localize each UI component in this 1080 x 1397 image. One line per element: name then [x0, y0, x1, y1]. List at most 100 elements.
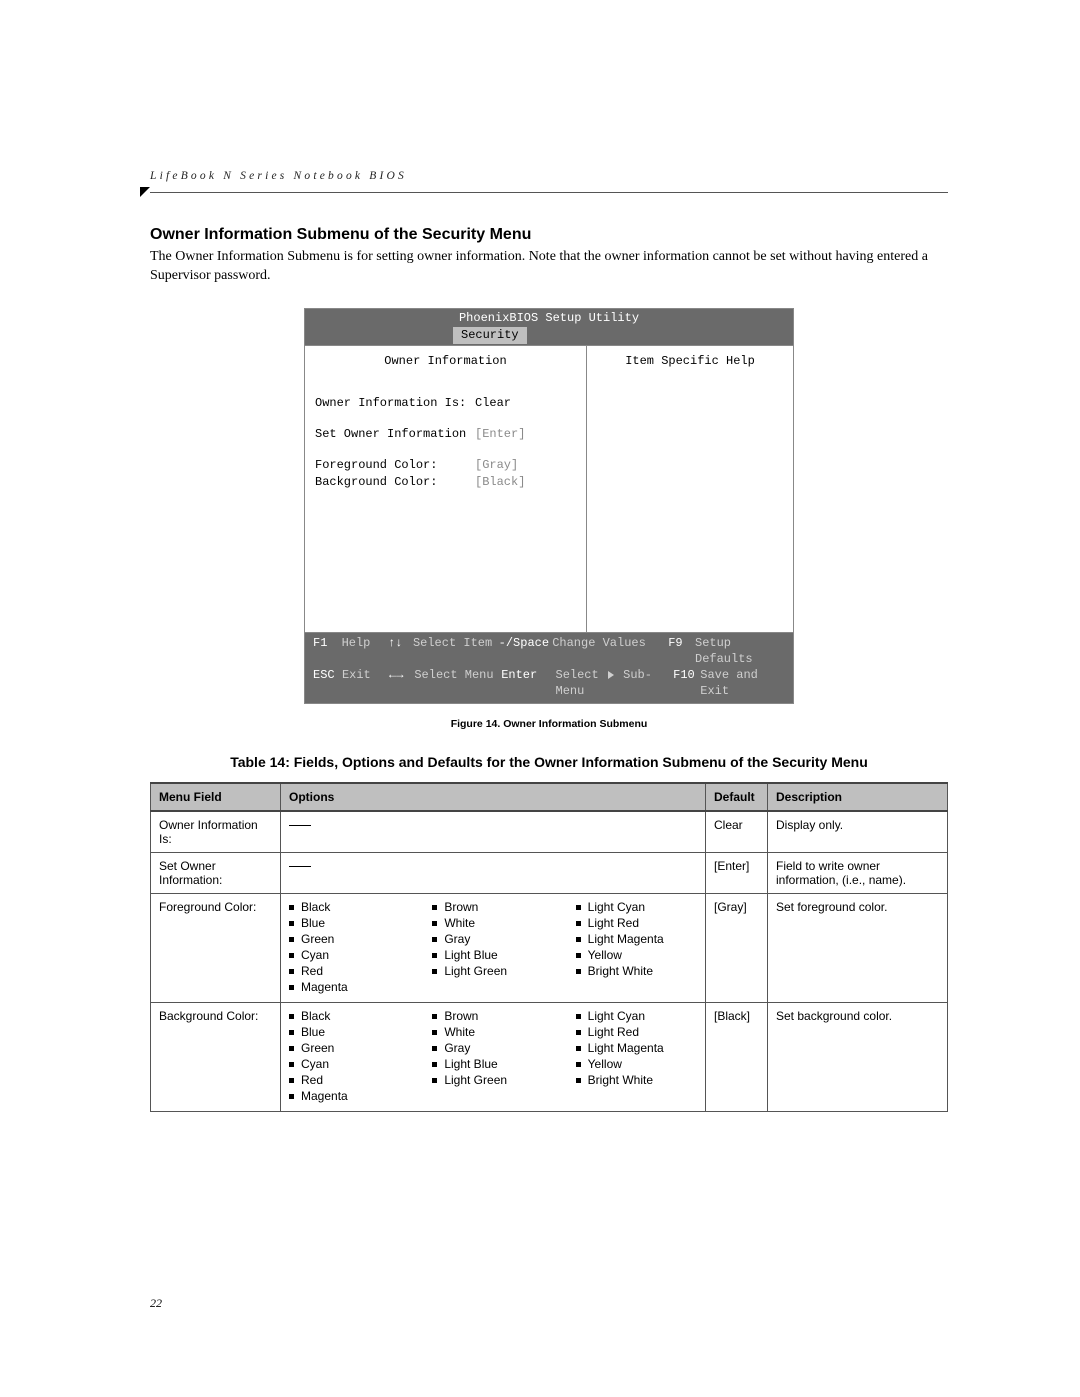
- options-columns: BlackBlueGreenCyanRedMagentaBrownWhiteGr…: [289, 900, 697, 996]
- cell-menu-field: Owner Information Is:: [151, 811, 281, 853]
- bios-left-panel: Owner Information Owner Information Is:C…: [305, 346, 587, 632]
- running-header: LifeBook N Series Notebook BIOS: [150, 170, 948, 182]
- option-item: Light Magenta: [576, 1041, 697, 1055]
- cell-default: [Enter]: [706, 852, 768, 893]
- bios-key-enter: Enter: [501, 667, 555, 699]
- bios-label-setup-defaults: Setup Defaults: [695, 635, 785, 667]
- option-item: Blue: [289, 916, 410, 930]
- bios-label-select-menu: Select Menu: [414, 667, 501, 699]
- option-item: Cyan: [289, 1057, 410, 1071]
- option-item: Light Green: [432, 1073, 553, 1087]
- figure-caption: Figure 14. Owner Information Submenu: [150, 718, 948, 730]
- cell-description: Set foreground color.: [768, 893, 948, 1002]
- bios-label-change-values: Change Values: [552, 635, 668, 667]
- option-item: Bright White: [576, 1073, 697, 1087]
- th-description: Description: [768, 783, 948, 811]
- option-item: Brown: [432, 1009, 553, 1023]
- option-item: Brown: [432, 900, 553, 914]
- em-dash-icon: [289, 825, 311, 827]
- bios-setting-row: Foreground Color:[Gray]: [315, 458, 576, 472]
- options-columns: BlackBlueGreenCyanRedMagentaBrownWhiteGr…: [289, 1009, 697, 1105]
- bios-label-help: Help: [342, 635, 388, 667]
- cell-default: Clear: [706, 811, 768, 853]
- table-row: Background Color:BlackBlueGreenCyanRedMa…: [151, 1002, 948, 1111]
- option-item: Light Magenta: [576, 932, 697, 946]
- option-item: Light Red: [576, 916, 697, 930]
- bios-setting-label: Owner Information Is:: [315, 396, 475, 410]
- bios-label-select-item: Select Item: [413, 635, 499, 667]
- option-item: Light Red: [576, 1025, 697, 1039]
- table-caption: Table 14: Fields, Options and Defaults f…: [150, 754, 948, 770]
- cell-description: Set background color.: [768, 1002, 948, 1111]
- option-item: White: [432, 1025, 553, 1039]
- bios-setting-row: Owner Information Is:Clear: [315, 396, 576, 410]
- bios-label-save-exit: Save and Exit: [700, 667, 785, 699]
- table-row: Set Owner Information: [Enter]Field to wr…: [151, 852, 948, 893]
- bios-setting-row: Background Color:[Black]: [315, 475, 576, 489]
- bios-setting-row: Set Owner Information[Enter]: [315, 427, 576, 441]
- header-rule: [150, 188, 948, 202]
- bios-gap: [315, 413, 576, 427]
- table-row: Owner Information Is: ClearDisplay only.: [151, 811, 948, 853]
- bios-setting-value: [Black]: [475, 475, 525, 489]
- options-column: BlackBlueGreenCyanRedMagenta: [289, 1009, 410, 1105]
- bios-left-header: Owner Information: [315, 354, 576, 368]
- bios-tab-security: Security: [453, 327, 527, 344]
- option-item: Light Blue: [432, 948, 553, 962]
- section-title: Owner Information Submenu of the Securit…: [150, 226, 948, 244]
- bios-setting-value: Clear: [475, 396, 511, 410]
- cell-menu-field: Background Color:: [151, 1002, 281, 1111]
- table-header-row: Menu Field Options Default Description: [151, 783, 948, 811]
- cell-default: [Gray]: [706, 893, 768, 1002]
- bios-right-header: Item Specific Help: [597, 354, 783, 368]
- bios-setting-label: Background Color:: [315, 475, 475, 489]
- bios-title: PhoenixBIOS Setup Utility: [305, 309, 793, 327]
- bios-tab-row: Security: [305, 327, 793, 345]
- option-item: Gray: [432, 932, 553, 946]
- option-item: Red: [289, 964, 410, 978]
- option-item: Gray: [432, 1041, 553, 1055]
- cell-options: BlackBlueGreenCyanRedMagentaBrownWhiteGr…: [281, 1002, 706, 1111]
- bios-gap: [315, 444, 576, 458]
- cell-options: [281, 811, 706, 853]
- bios-footer-row-2: ESC Exit ←→ Select Menu Enter Select Sub…: [313, 667, 785, 699]
- options-column: BlackBlueGreenCyanRedMagenta: [289, 900, 410, 996]
- options-column: Brown White Gray Light Blue Light Green: [432, 1009, 553, 1105]
- table-row: Foreground Color:BlackBlueGreenCyanRedMa…: [151, 893, 948, 1002]
- cell-menu-field: Foreground Color:: [151, 893, 281, 1002]
- option-item: Red: [289, 1073, 410, 1087]
- option-item: Light Blue: [432, 1057, 553, 1071]
- cell-menu-field: Set Owner Information:: [151, 852, 281, 893]
- options-column: Light CyanLight RedLight MagentaYellowBr…: [576, 900, 697, 996]
- option-item: Light Cyan: [576, 1009, 697, 1023]
- option-item: Light Green: [432, 964, 553, 978]
- cell-options: BlackBlueGreenCyanRedMagentaBrownWhiteGr…: [281, 893, 706, 1002]
- option-item: Green: [289, 1041, 410, 1055]
- option-item: Magenta: [289, 980, 410, 994]
- bios-key-f1: F1: [313, 635, 342, 667]
- bios-key-f10: F10: [673, 667, 700, 699]
- option-item: Blue: [289, 1025, 410, 1039]
- option-item: Black: [289, 900, 410, 914]
- cell-options: [281, 852, 706, 893]
- page: LifeBook N Series Notebook BIOS Owner In…: [0, 0, 1080, 1397]
- bios-setting-label: Set Owner Information: [315, 427, 475, 441]
- bios-label-exit: Exit: [342, 667, 389, 699]
- bios-key-f9: F9: [668, 635, 695, 667]
- cell-description: Field to write owner information, (i.e.,…: [768, 852, 948, 893]
- th-default: Default: [706, 783, 768, 811]
- option-item: Yellow: [576, 1057, 697, 1071]
- option-item: Light Cyan: [576, 900, 697, 914]
- bios-key-esc: ESC: [313, 667, 342, 699]
- option-item: Green: [289, 932, 410, 946]
- header-line: [150, 192, 948, 193]
- cell-description: Display only.: [768, 811, 948, 853]
- page-number: 22: [150, 1296, 162, 1311]
- cell-default: [Black]: [706, 1002, 768, 1111]
- bios-screenshot: PhoenixBIOS Setup Utility Security Owner…: [304, 308, 794, 704]
- bios-key-space: -/Space: [499, 635, 553, 667]
- bios-footer-row-1: F1 Help ↑↓ Select Item -/Space Change Va…: [313, 635, 785, 667]
- option-item: Bright White: [576, 964, 697, 978]
- bios-setting-value: [Enter]: [475, 427, 525, 441]
- option-item: Magenta: [289, 1089, 410, 1103]
